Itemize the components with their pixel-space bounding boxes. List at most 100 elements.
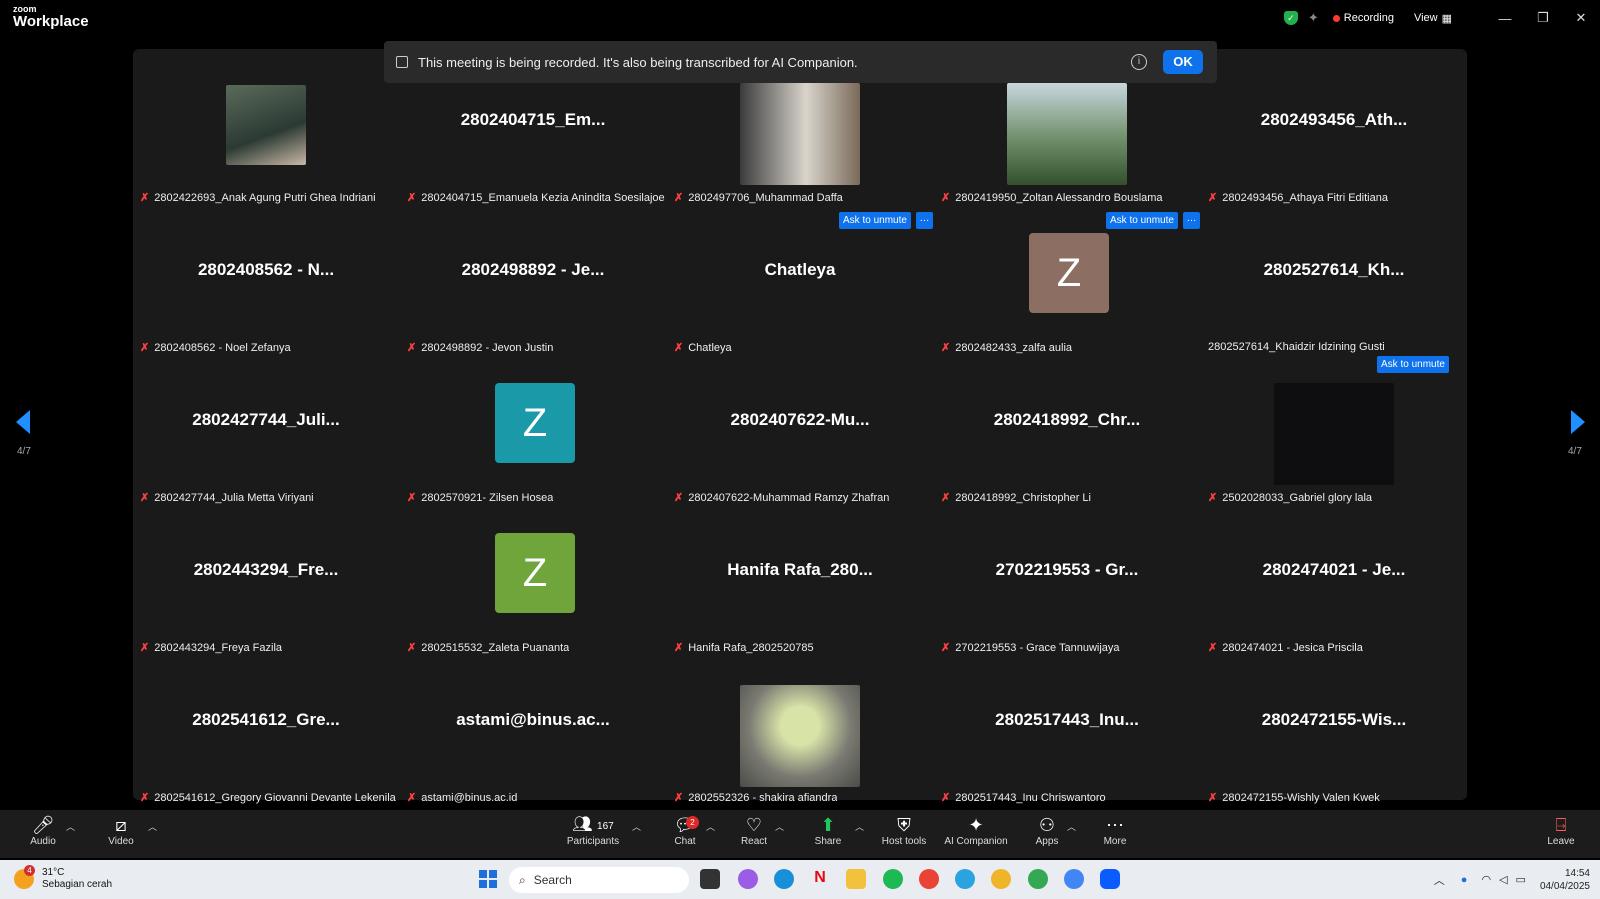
participants-button[interactable]: 👥︎ 167 Participants bbox=[565, 814, 621, 847]
participant-tile[interactable]: 2802418992_Chr... ✗ 2802418992_Christopher… bbox=[934, 355, 1200, 505]
security-shield-icon[interactable]: ✓ bbox=[1283, 11, 1298, 25]
taskbar-search[interactable]: ⌕ Search bbox=[509, 867, 689, 893]
file-explorer-icon[interactable] bbox=[846, 869, 866, 889]
page-indicator-right: 4/7 bbox=[1568, 446, 1582, 457]
battery-icon[interactable]: ▭ bbox=[1516, 873, 1526, 886]
participant-name: 2802517443_Inu Chriswantoro bbox=[955, 791, 1106, 804]
audio-button[interactable]: 🎤︎ Audio bbox=[28, 814, 58, 847]
video-options-caret-icon[interactable]: ︿ bbox=[148, 820, 157, 833]
participant-tile[interactable]: 2802427744_Juli... ✗ 2802427744_Julia Mett… bbox=[133, 355, 399, 505]
close-button[interactable]: ✕ bbox=[1562, 10, 1600, 26]
ai-sparkle-icon[interactable]: ✦ bbox=[1308, 10, 1319, 26]
muted-microphone-icon: ✗ bbox=[674, 192, 684, 204]
netflix-icon[interactable]: N bbox=[810, 869, 830, 889]
participant-name-label: ✗ 2802419950_Zoltan Alessandro Bouslama bbox=[941, 191, 1163, 205]
participant-display-name: 2802404715_Em... bbox=[460, 110, 606, 129]
react-button[interactable]: ♡ React bbox=[739, 814, 769, 847]
ai-companion-button[interactable]: ✦ AI Companion bbox=[943, 814, 1009, 847]
view-grid-icon[interactable]: ▦ bbox=[1442, 12, 1452, 25]
info-icon[interactable]: i bbox=[1131, 54, 1147, 70]
weather-widget[interactable]: 4 31°C Sebagian cerah bbox=[14, 865, 112, 891]
spotify-icon[interactable] bbox=[883, 869, 903, 889]
muted-microphone-icon: ✗ bbox=[407, 192, 417, 204]
more-button[interactable]: ⋯ More bbox=[1101, 814, 1129, 847]
chrome-profile-3-icon[interactable] bbox=[1064, 869, 1084, 889]
participant-name: 2802418992_Christopher Li bbox=[955, 491, 1091, 504]
chrome-profile-icon[interactable] bbox=[991, 869, 1011, 889]
participant-tile[interactable]: ✗ 2502028033_Gabriel glory lala Ask to unm… bbox=[1201, 355, 1467, 505]
participant-tile[interactable]: 2802408562 - N... ✗ 2802408562 - Noel Zefa… bbox=[133, 205, 399, 355]
participant-tile[interactable]: 2802407622-Mu... ✗ 2802407622-Muhammad Ram… bbox=[667, 355, 933, 505]
system-clock[interactable]: 14:54 04/04/2025 bbox=[1540, 867, 1590, 893]
participant-tile[interactable]: ✗ 2802552326 - shakira afiandra bbox=[667, 655, 933, 805]
participant-tile[interactable]: 2802443294_Fre... ✗ 2802443294_Freya Fazil… bbox=[133, 505, 399, 655]
participant-name-label: ✗ 2802482433_zalfa aulia bbox=[941, 341, 1072, 355]
volume-icon[interactable]: ◁ bbox=[1499, 873, 1507, 886]
participant-name: 2802541612_Gregory Giovanni Devante Leke… bbox=[154, 791, 396, 804]
windows-start-icon[interactable] bbox=[479, 870, 497, 888]
show-hidden-icons-icon[interactable]: ︿ bbox=[1434, 872, 1445, 888]
weather-badge: 4 bbox=[24, 865, 35, 876]
participant-name: 2802407622-Muhammad Ramzy Zhafran bbox=[688, 491, 890, 504]
muted-microphone-icon: ✗ bbox=[1208, 642, 1218, 654]
apps-button[interactable]: ⚇ Apps bbox=[1033, 814, 1061, 847]
participant-tile[interactable]: astami@binus.ac... ✗ astami@binus.ac.id bbox=[400, 655, 666, 805]
participant-tile[interactable]: Z ✗ 2802570921- Zilsen Hosea bbox=[400, 355, 666, 505]
audio-options-caret-icon[interactable]: ︿ bbox=[66, 820, 75, 833]
participant-tile[interactable]: 2802541612_Gre... ✗ 2802541612_Gregory Gio… bbox=[133, 655, 399, 805]
participant-tile[interactable]: 2802517443_Inu... ✗ 2802517443_Inu Chriswa… bbox=[934, 655, 1200, 805]
participant-tile[interactable]: 2802493456_Ath... ✗ 2802493456_Athaya Fitr… bbox=[1201, 55, 1467, 205]
participant-name-label: ✗ 2802443294_Freya Fazila bbox=[140, 641, 282, 655]
share-options-caret-icon[interactable]: ︿ bbox=[855, 820, 864, 833]
muted-microphone-icon: ✗ bbox=[140, 642, 150, 654]
ok-button[interactable]: OK bbox=[1163, 50, 1203, 74]
participants-count: 167 bbox=[597, 821, 614, 832]
participant-name: Chatleya bbox=[688, 341, 732, 354]
chrome-icon[interactable] bbox=[919, 869, 939, 889]
telegram-icon[interactable] bbox=[955, 869, 975, 889]
muted-microphone-icon: ✗ bbox=[941, 192, 951, 204]
view-button[interactable]: View bbox=[1414, 12, 1438, 24]
participant-tile[interactable]: Z ✗ 2802482433_zalfa aulia bbox=[934, 205, 1200, 355]
wifi-icon[interactable]: ◠ bbox=[1481, 873, 1491, 886]
participant-tile[interactable]: 2702219553 - Gr... ✗ 2702219553 - Grace Ta… bbox=[934, 505, 1200, 655]
participant-name: 2702219553 - Grace Tannuwijaya bbox=[955, 641, 1120, 654]
previous-page-arrow-icon[interactable] bbox=[16, 410, 30, 434]
chrome-profile-2-icon[interactable] bbox=[1028, 869, 1048, 889]
participant-display-name: Hanifa Rafa_280... bbox=[727, 560, 873, 579]
participant-video bbox=[1274, 383, 1394, 485]
audio-label: Audio bbox=[30, 836, 56, 847]
participant-display-name: 2802408562 - N... bbox=[197, 260, 335, 279]
participant-tile[interactable]: ✗ 2802422693_Anak Agung Putri Ghea Indria… bbox=[133, 55, 399, 205]
next-page-arrow-icon[interactable] bbox=[1571, 410, 1585, 434]
copilot-icon[interactable] bbox=[738, 869, 758, 889]
participant-name-label: ✗ 2802515532_Zaleta Puananta bbox=[407, 641, 569, 655]
host-tools-label: Host tools bbox=[881, 836, 927, 847]
participant-tile[interactable]: 2802527614_Kh... 2802527614_Khaidzir Idzi… bbox=[1201, 205, 1467, 355]
participant-tile[interactable]: 2802474021 - Je... ✗ 2802474021 - Jesica P… bbox=[1201, 505, 1467, 655]
task-view-icon[interactable] bbox=[700, 869, 720, 889]
recording-notice-banner: This meeting is being recorded. It's als… bbox=[384, 41, 1217, 83]
restore-button[interactable]: ❐ bbox=[1524, 10, 1562, 26]
leave-button[interactable]: ⍈ Leave bbox=[1546, 814, 1576, 847]
participant-tile[interactable]: Hanifa Rafa_280... ✗ Hanifa Rafa_280252078… bbox=[667, 505, 933, 655]
react-options-caret-icon[interactable]: ︿ bbox=[775, 820, 784, 833]
apps-icon: ⚇ bbox=[1038, 815, 1056, 835]
participant-tile[interactable]: Z ✗ 2802515532_Zaleta Puananta bbox=[400, 505, 666, 655]
video-button[interactable]: ⧄ Video bbox=[106, 814, 136, 847]
participants-options-caret-icon[interactable]: ︿ bbox=[632, 820, 641, 833]
minimize-button[interactable]: — bbox=[1486, 11, 1524, 26]
participant-tile[interactable]: 2802472155-Wis... ✗ 2802472155-Wishly Vale… bbox=[1201, 655, 1467, 805]
host-tools-button[interactable]: ⛨ Host tools bbox=[880, 814, 928, 847]
ask-to-unmute-button[interactable]: Ask to unmute bbox=[1377, 356, 1449, 373]
edge-browser-icon[interactable] bbox=[774, 869, 794, 889]
apps-options-caret-icon[interactable]: ︿ bbox=[1067, 820, 1076, 833]
recording-label[interactable]: Recording bbox=[1344, 12, 1394, 24]
share-button[interactable]: ⬆ Share bbox=[813, 814, 843, 847]
participant-tile[interactable]: Chatleya ✗ Chatleya bbox=[667, 205, 933, 355]
chat-options-caret-icon[interactable]: ︿ bbox=[706, 820, 715, 833]
participant-tile[interactable]: 2802498892 - Je... ✗ 2802498892 - Jevon Ju… bbox=[400, 205, 666, 355]
zoom-app-icon[interactable] bbox=[1100, 869, 1120, 889]
microphone-tray-icon[interactable]: ● bbox=[1461, 874, 1468, 886]
participant-name-label: ✗ Chatleya bbox=[674, 341, 732, 355]
